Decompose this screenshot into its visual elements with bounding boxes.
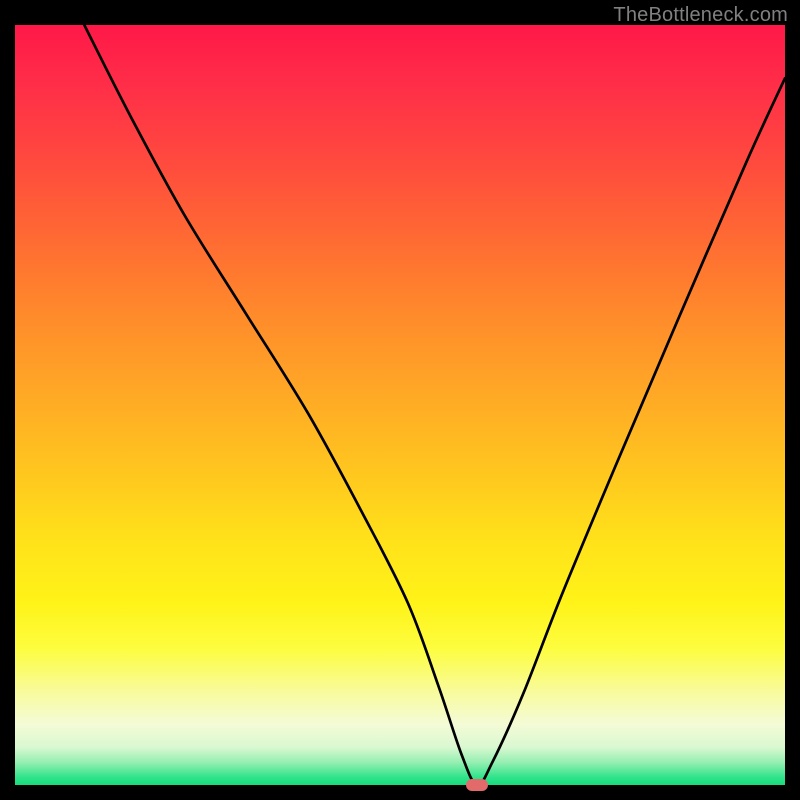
watermark-text: TheBottleneck.com (613, 4, 788, 27)
chart-frame: TheBottleneck.com (0, 0, 800, 800)
plot-area (15, 25, 785, 785)
bottleneck-curve (84, 25, 785, 785)
curve-svg (15, 25, 785, 785)
optimal-point-marker (466, 779, 488, 791)
